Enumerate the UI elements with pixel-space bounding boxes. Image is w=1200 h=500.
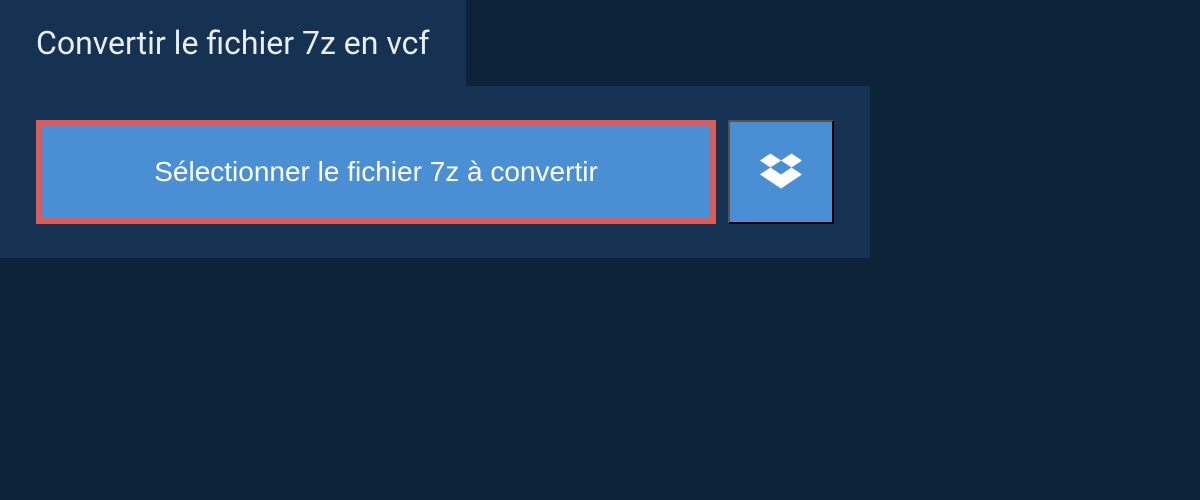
- select-file-button[interactable]: Sélectionner le fichier 7z à convertir: [36, 120, 716, 224]
- title-tab: Convertir le fichier 7z en vcf: [0, 0, 466, 86]
- dropbox-button[interactable]: [728, 120, 834, 224]
- dropbox-icon: [760, 150, 802, 195]
- converter-container: Convertir le fichier 7z en vcf Sélection…: [0, 0, 1200, 258]
- select-file-label: Sélectionner le fichier 7z à convertir: [154, 156, 598, 188]
- button-row: Sélectionner le fichier 7z à convertir: [36, 120, 834, 224]
- page-title: Convertir le fichier 7z en vcf: [36, 24, 430, 62]
- action-panel: Sélectionner le fichier 7z à convertir: [0, 86, 870, 258]
